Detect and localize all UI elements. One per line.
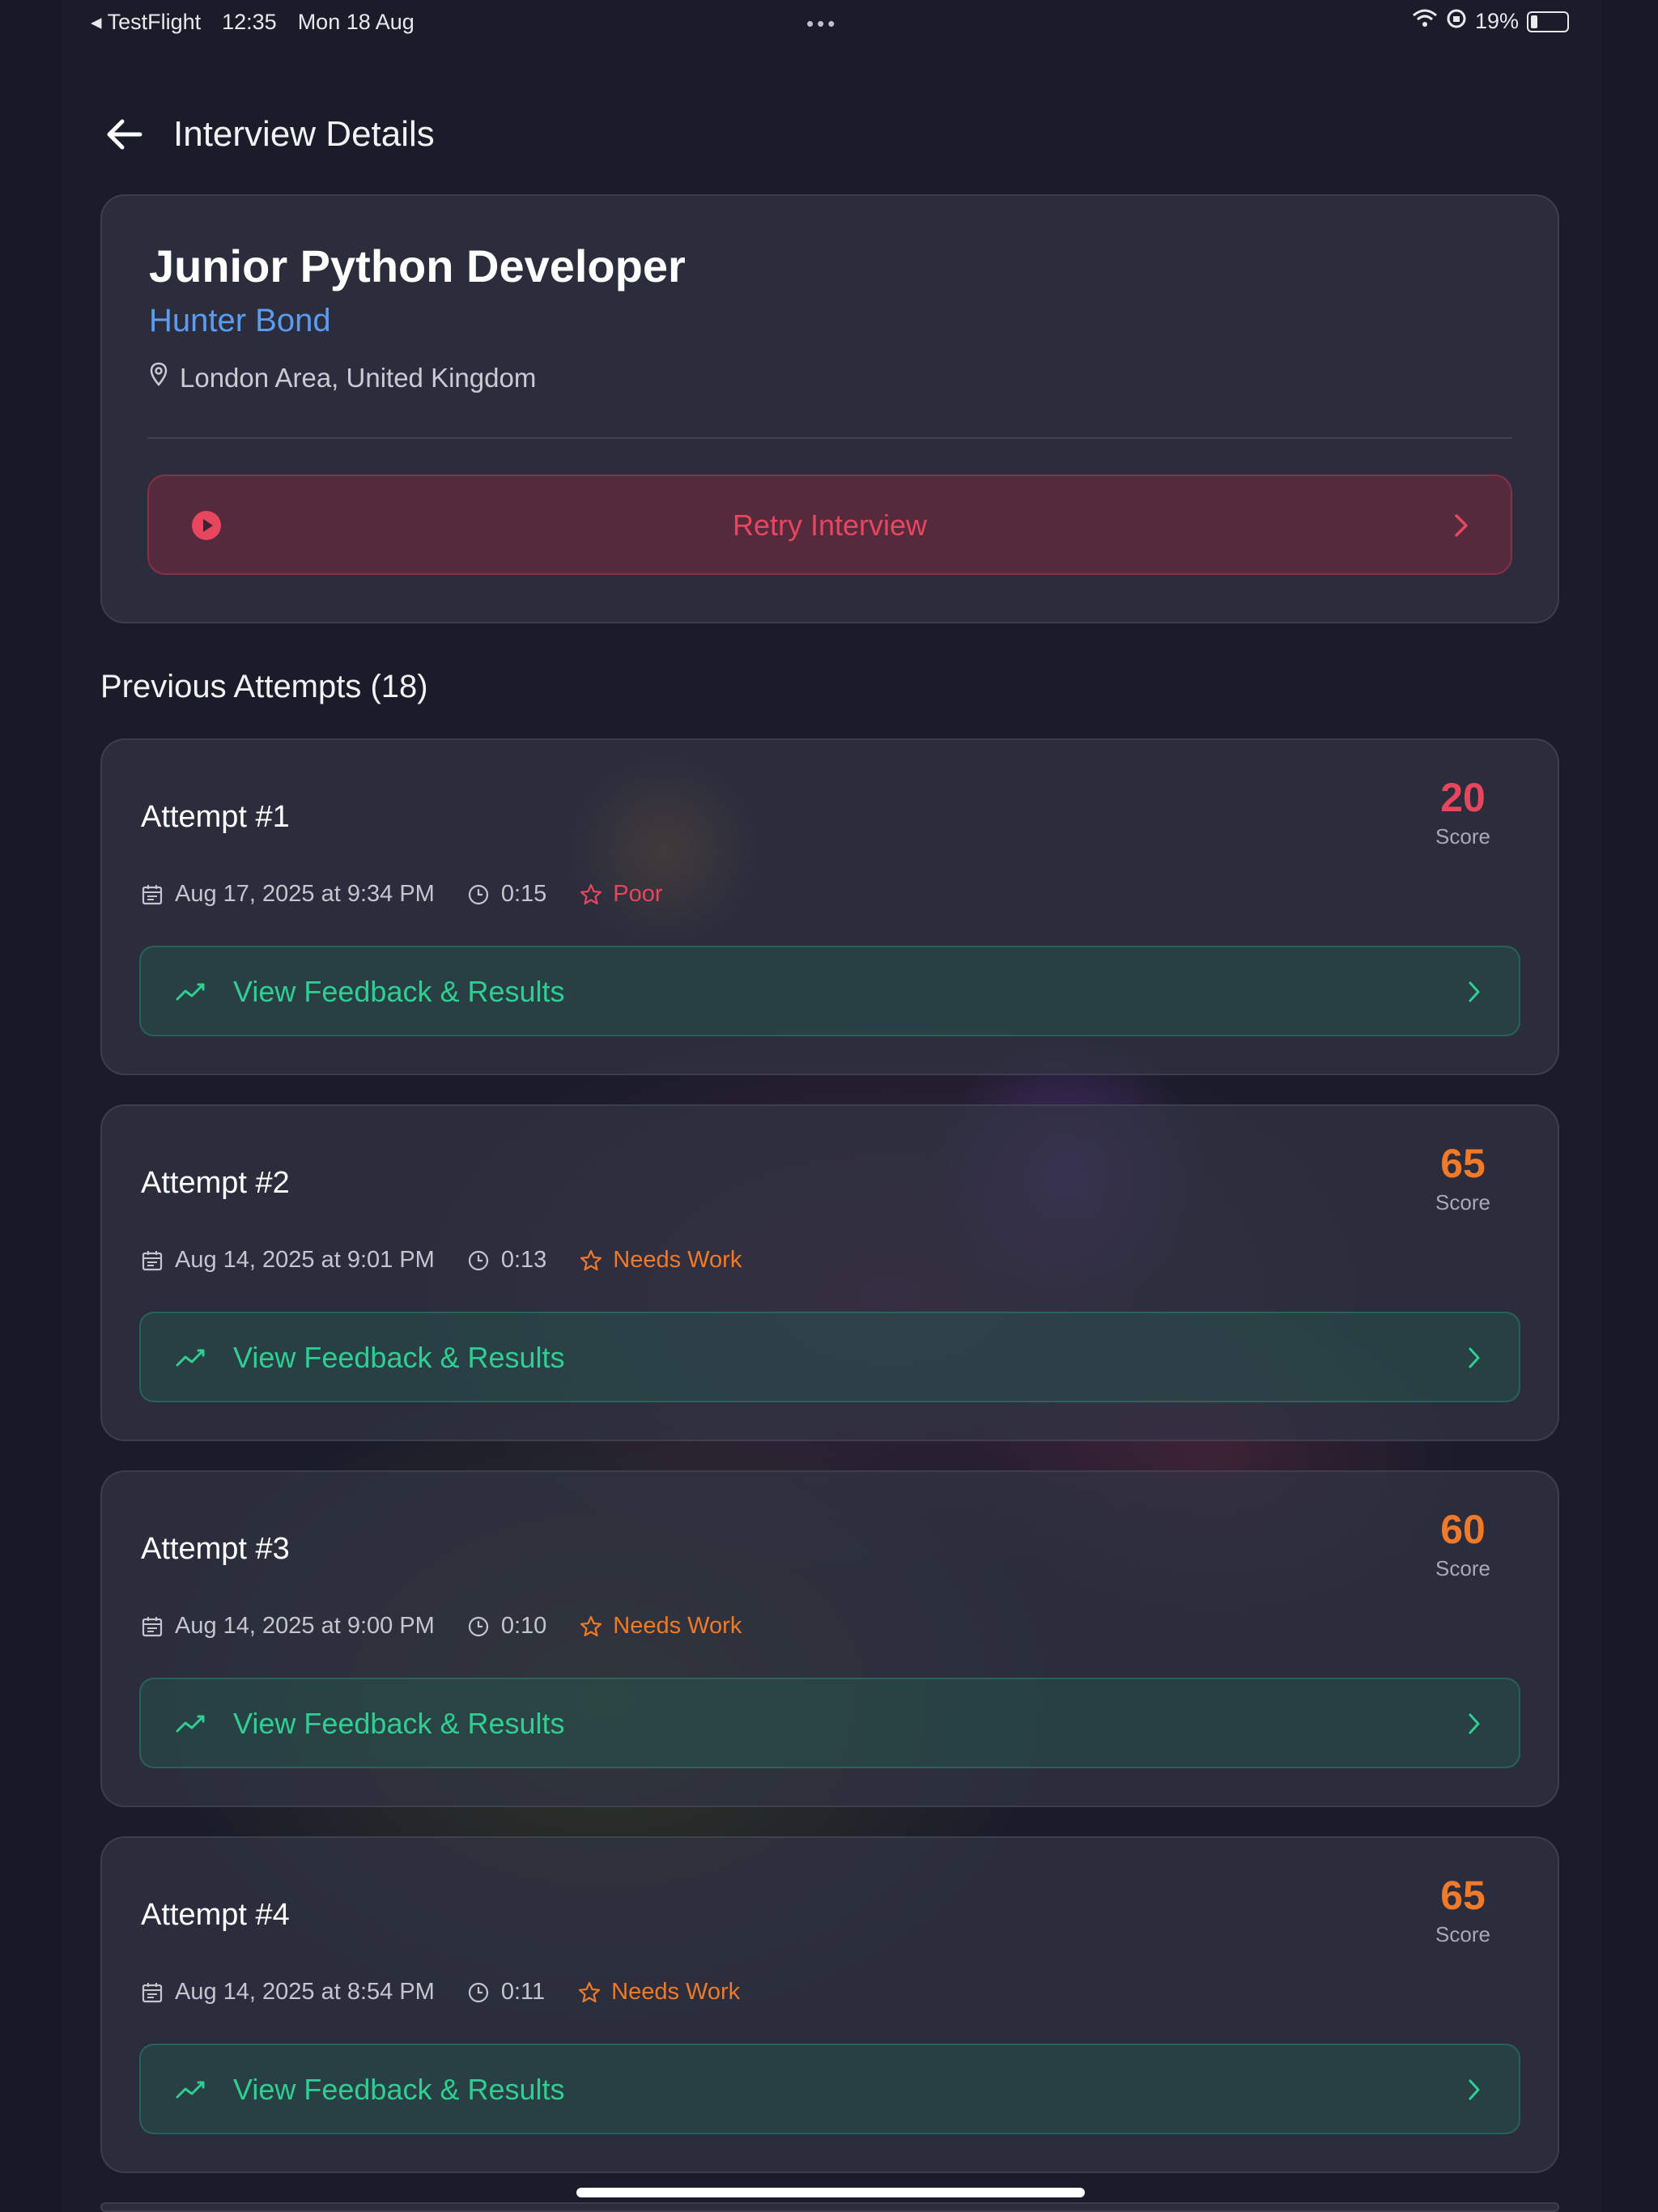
attempt-title: Attempt #3 (141, 1532, 290, 1566)
background-right-edge (1601, 0, 1658, 2212)
previous-attempts-heading: Previous Attempts (18) (100, 669, 428, 704)
location-pin-icon (149, 362, 168, 394)
attempt-card: Attempt #4 65 Score Aug 14, 2025 at 8:54… (100, 1836, 1559, 2173)
retry-interview-button[interactable]: Retry Interview (147, 474, 1512, 575)
attempt-rating: Poor (613, 881, 663, 907)
company-name[interactable]: Hunter Bond (149, 303, 331, 339)
attempt-meta: Aug 14, 2025 at 9:01 PM 0:13 Needs Work (141, 1247, 742, 1274)
attempt-date: Aug 14, 2025 at 8:54 PM (175, 1979, 435, 2005)
wifi-icon (1412, 9, 1438, 34)
attempt-title: Attempt #1 (141, 800, 290, 834)
location-text: London Area, United Kingdom (180, 363, 537, 393)
star-icon (579, 1249, 603, 1273)
attempt-meta: Aug 17, 2025 at 9:34 PM 0:15 Poor (141, 881, 663, 908)
attempt-duration: 0:13 (500, 1247, 547, 1273)
score-label: Score (1435, 1556, 1490, 1580)
attempt-title: Attempt #4 (141, 1898, 290, 1932)
view-feedback-button[interactable]: View Feedback & Results (139, 1312, 1520, 1402)
score-label: Score (1435, 1190, 1490, 1214)
battery-icon (1527, 11, 1569, 32)
view-feedback-button[interactable]: View Feedback & Results (139, 946, 1520, 1036)
attempt-rating: Needs Work (613, 1247, 742, 1273)
clock-icon (467, 1614, 491, 1639)
score-block: 65 Score (1426, 1875, 1499, 1947)
chevron-right-icon (1469, 981, 1480, 1002)
status-time: 12:35 (222, 10, 277, 34)
calendar-icon (141, 1249, 165, 1273)
home-indicator[interactable] (576, 2188, 1085, 2197)
battery-percent: 19% (1474, 9, 1519, 33)
clock-icon (467, 883, 491, 907)
attempt-card: Attempt #3 60 Score Aug 14, 2025 at 9:00… (100, 1470, 1559, 1807)
orientation-lock-icon (1446, 8, 1467, 35)
score-block: 20 Score (1426, 777, 1499, 849)
score-block: 60 Score (1426, 1509, 1499, 1581)
job-title: Junior Python Developer (149, 240, 686, 291)
status-date: Mon 18 Aug (297, 10, 414, 34)
attempt-duration: 0:15 (500, 881, 547, 907)
attempt-duration: 0:11 (500, 1979, 546, 2005)
star-icon (579, 1614, 603, 1639)
attempt-title: Attempt #2 (141, 1166, 290, 1200)
view-feedback-label: View Feedback & Results (233, 975, 565, 1008)
view-feedback-label: View Feedback & Results (233, 1341, 565, 1374)
location: London Area, United Kingdom (149, 362, 536, 394)
calendar-icon (141, 1614, 165, 1639)
view-feedback-label: View Feedback & Results (233, 1707, 565, 1740)
calendar-icon (141, 883, 165, 907)
score-value: 20 (1440, 775, 1486, 820)
view-feedback-button[interactable]: View Feedback & Results (139, 2044, 1520, 2134)
view-feedback-label: View Feedback & Results (233, 2073, 565, 2106)
score-value: 65 (1440, 1141, 1486, 1186)
page-title: Interview Details (173, 114, 435, 154)
retry-interview-label: Retry Interview (732, 508, 928, 542)
trend-line-icon (176, 1349, 205, 1367)
divider (147, 437, 1512, 439)
score-value: 60 (1440, 1507, 1486, 1552)
attempt-card: Attempt #1 20 Score Aug 17, 2025 at 9:34… (100, 738, 1559, 1075)
attempt-card: Attempt #2 65 Score Aug 14, 2025 at 9:01… (100, 1104, 1559, 1441)
back-to-app-link[interactable]: ◂ TestFlight (91, 10, 201, 35)
score-label: Score (1435, 824, 1490, 849)
attempt-meta: Aug 14, 2025 at 8:54 PM 0:11 Needs Work (141, 1979, 740, 2006)
attempt-rating: Needs Work (611, 1979, 741, 2005)
background-left-edge (0, 0, 62, 2212)
attempt-duration: 0:10 (500, 1613, 547, 1639)
star-icon (577, 1980, 602, 2005)
score-value: 65 (1440, 1873, 1486, 1918)
back-arrow-icon[interactable] (100, 110, 149, 159)
view-feedback-button[interactable]: View Feedback & Results (139, 1678, 1520, 1768)
attempt-date: Aug 14, 2025 at 9:00 PM (175, 1613, 435, 1639)
star-icon (579, 883, 603, 907)
multitasking-dots[interactable]: ••• (806, 11, 838, 36)
chevron-right-icon (1469, 2079, 1480, 2100)
nav-header: Interview Details (100, 110, 435, 159)
chevron-right-icon (1469, 1713, 1480, 1734)
attempt-date: Aug 17, 2025 at 9:34 PM (175, 881, 435, 907)
trend-line-icon (176, 1715, 205, 1733)
attempt-rating: Needs Work (613, 1613, 742, 1639)
chevron-right-icon (1469, 1347, 1480, 1368)
job-card: Junior Python Developer Hunter Bond Lond… (100, 194, 1559, 623)
score-block: 65 Score (1426, 1143, 1499, 1215)
trend-line-icon (176, 983, 205, 1001)
calendar-icon (141, 1980, 165, 2005)
status-bar: ◂ TestFlight 12:35 Mon 18 Aug ••• 19% (0, 0, 1658, 45)
score-label: Score (1435, 1922, 1490, 1946)
trend-line-icon (176, 2081, 205, 2099)
attempt-card-partial (100, 2202, 1559, 2212)
chevron-right-icon (1455, 514, 1468, 537)
attempt-meta: Aug 14, 2025 at 9:00 PM 0:10 Needs Work (141, 1613, 742, 1640)
attempt-date: Aug 14, 2025 at 9:01 PM (175, 1247, 435, 1273)
clock-icon (467, 1249, 491, 1273)
clock-icon (467, 1980, 491, 2005)
